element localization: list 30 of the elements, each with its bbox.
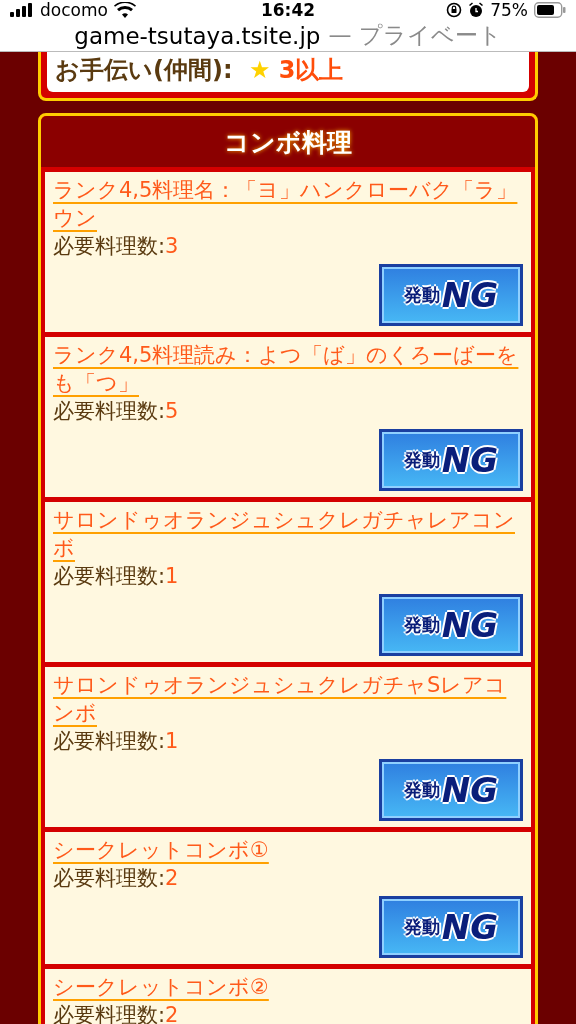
- count-value: 3: [165, 234, 179, 258]
- count-value: 2: [165, 866, 179, 890]
- helper-value: 3以上: [278, 56, 344, 84]
- battery-percent: 75%: [490, 0, 528, 20]
- helper-label: お手伝い(仲間):: [55, 56, 233, 84]
- combo-link[interactable]: サロンドゥオランジュシュクレガチャレアコンボ: [53, 506, 523, 562]
- private-label: — プライベート: [328, 21, 502, 50]
- star-icon: ★: [248, 56, 271, 84]
- signal-icon: [10, 3, 34, 17]
- wifi-icon: [113, 2, 136, 18]
- count-value: 1: [165, 729, 179, 753]
- count-value: 5: [165, 399, 179, 423]
- count-label: 必要料理数:: [53, 729, 166, 753]
- clock-time: 16:42: [260, 0, 316, 20]
- url-domain[interactable]: game-tsutaya.tsite.jp: [74, 22, 321, 49]
- count-value: 1: [165, 564, 179, 588]
- count-label: 必要料理数:: [53, 234, 166, 258]
- combo-link[interactable]: ランク4,5料理読み：よつ「ば」のくろーばーをも「つ」: [53, 341, 523, 397]
- combo-link[interactable]: シークレットコンボ①: [53, 836, 269, 864]
- carrier-name: docomo: [40, 0, 108, 20]
- combo-link[interactable]: シークレットコンボ②: [53, 973, 269, 1001]
- count-value: 2: [165, 1003, 179, 1024]
- count-label: 必要料理数:: [53, 564, 166, 588]
- rotation-lock-icon: [446, 2, 463, 18]
- count-label: 必要料理数:: [53, 866, 166, 890]
- combo-link[interactable]: ランク4,5料理名：「ヨ」ハンクローバク「ラ」ウン: [53, 176, 523, 232]
- panel-header: コンボ料理: [41, 116, 535, 167]
- count-label: 必要料理数:: [53, 399, 166, 423]
- battery-icon: [534, 2, 566, 18]
- combo-link[interactable]: サロンドゥオランジュシュクレガチャSレアコンボ: [53, 671, 523, 727]
